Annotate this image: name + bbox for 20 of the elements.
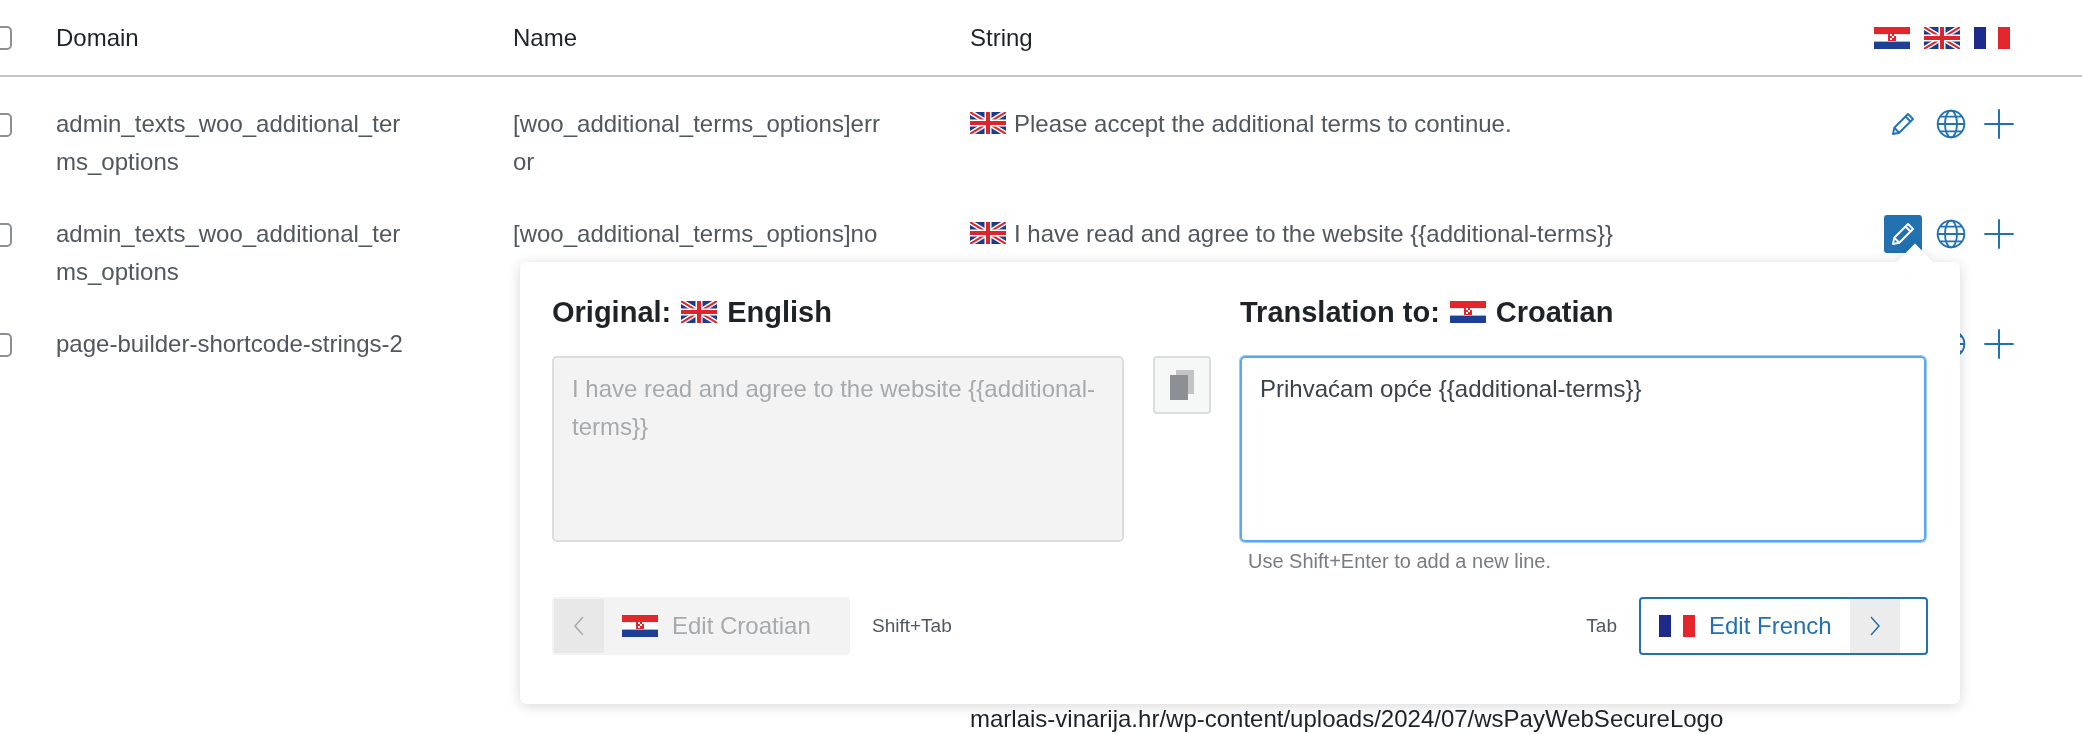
string-cell-text: Please accept the additional terms to continue. (1014, 109, 1512, 139)
column-header: Name (513, 22, 579, 53)
name-cell-text: [woo_additional_terms_options]no (513, 219, 879, 249)
language-name: Croatian (1495, 295, 1614, 329)
translation-field[interactable]: Prihvaćam opće {{additional-terms}} (1240, 356, 1926, 542)
hint-text: Use Shift+Enter to add a new line. (1248, 550, 1552, 573)
language-name: English (727, 295, 832, 329)
string-cell-text: I have read and agree to the website {{additional-terms}} (1014, 219, 1614, 249)
domain-cell-text: admin_texts_woo_additional_terms_options (56, 109, 402, 177)
string-cell: marlais-vinarija.hr/wp-content/uploads/2024/07/wsPayWebSecureLogo (970, 705, 1724, 732)
name-cell-text: [woo_additional_terms_options]error (513, 109, 881, 177)
next-language-button[interactable]: Edit French (1639, 597, 1928, 655)
domain-cell-text: admin_texts_woo_additional_terms_options (56, 219, 402, 287)
column-header: Domain (56, 22, 140, 53)
translation-heading: Translation to: (1240, 295, 1440, 329)
column-header: String (970, 22, 1034, 53)
domain-cell-text: page-builder-shortcode-strings-2 (56, 329, 404, 359)
shortcut-label: Shift+Tab (872, 615, 952, 637)
shortcut-label: Tab (1586, 615, 1617, 637)
original-heading: Original: (552, 295, 672, 329)
